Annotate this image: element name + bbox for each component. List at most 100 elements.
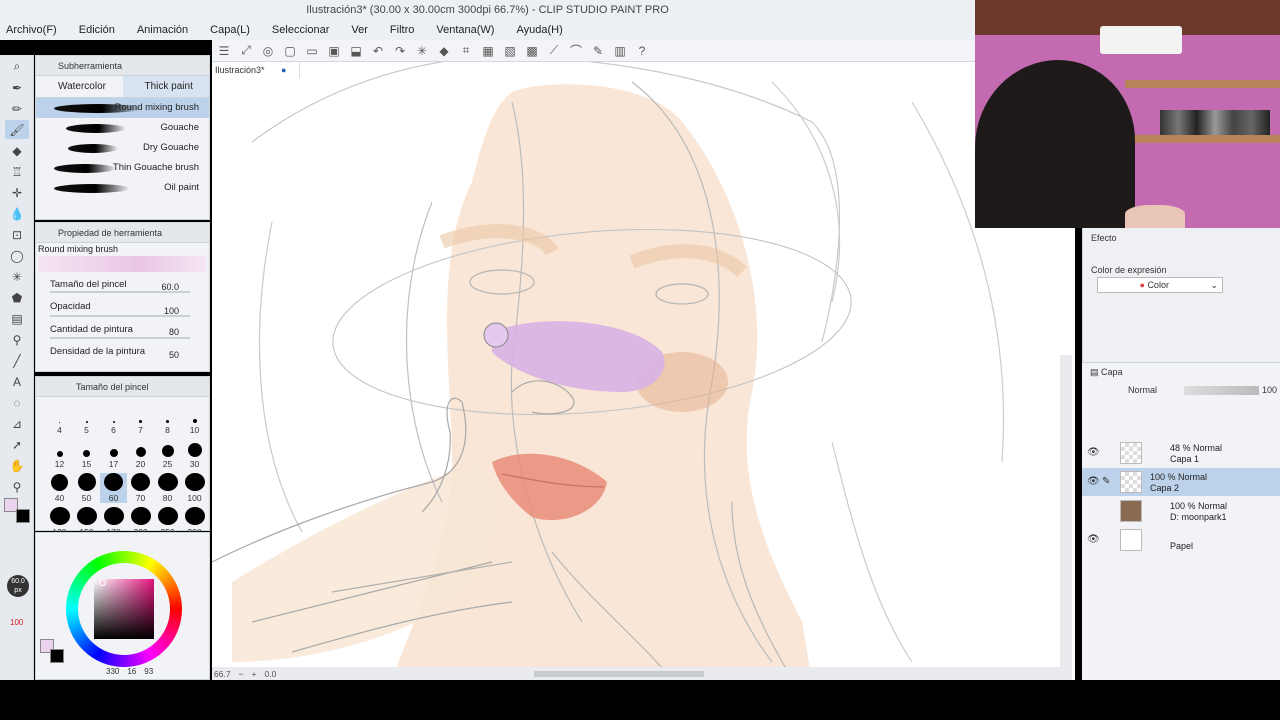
- eye-icon[interactable]: 👁: [1087, 476, 1100, 487]
- operation-tool-icon[interactable]: ➚: [5, 435, 29, 454]
- size-option[interactable]: 7: [127, 405, 154, 435]
- pen-settings-icon[interactable]: ✎: [590, 43, 606, 59]
- rotation-value[interactable]: 0.0: [264, 669, 276, 679]
- zoom-in-icon[interactable]: +: [252, 669, 257, 679]
- menu-archivo[interactable]: Archivo(F): [6, 24, 57, 36]
- zoom-value[interactable]: 66.7: [214, 669, 231, 679]
- menu-edicion[interactable]: Edición: [79, 24, 115, 36]
- selection-grid-icon[interactable]: ▦: [480, 43, 496, 59]
- swirl-icon[interactable]: ◎: [260, 43, 276, 59]
- menu-filtro[interactable]: Filtro: [390, 24, 414, 36]
- help-icon[interactable]: ?: [634, 43, 650, 59]
- size-option[interactable]: 25: [154, 439, 181, 469]
- eye-icon[interactable]: 👁: [1087, 447, 1100, 458]
- drawing-canvas[interactable]: [212, 62, 1075, 680]
- transform-icon[interactable]: ⤢: [238, 43, 254, 59]
- blend-tool-icon[interactable]: 💧: [5, 204, 29, 223]
- menu-ventana[interactable]: Ventana(W): [436, 24, 494, 36]
- size-option[interactable]: 8: [154, 405, 181, 435]
- transform-tool-icon[interactable]: ⊡: [5, 225, 29, 244]
- redo-icon[interactable]: ↷: [392, 43, 408, 59]
- saturation-value-square[interactable]: [94, 579, 154, 639]
- horizontal-scrollbar[interactable]: [534, 670, 705, 677]
- curve-snap-icon[interactable]: ⌒: [568, 43, 584, 59]
- eye-icon[interactable]: 👁: [1087, 534, 1100, 545]
- size-option[interactable]: 17: [100, 439, 127, 469]
- prop-slider-paint-amount[interactable]: [50, 337, 190, 339]
- zoom-tool-icon[interactable]: ⌕: [5, 57, 29, 76]
- size-option[interactable]: 5: [73, 405, 100, 435]
- menu-seleccionar[interactable]: Seleccionar: [272, 24, 329, 36]
- open-folder-icon[interactable]: ▭: [304, 43, 320, 59]
- size-option[interactable]: 20: [127, 439, 154, 469]
- layer-row[interactable]: 👁 Papel: [1082, 526, 1280, 554]
- balloon-tool-icon[interactable]: ◌: [5, 393, 29, 412]
- sub-color-preview[interactable]: [50, 649, 64, 663]
- layer-row-selected[interactable]: 👁 ✎ 100 % Normal Capa 2: [1082, 468, 1280, 496]
- expression-color-select[interactable]: ● Color ⌄: [1097, 277, 1223, 293]
- eyedropper-tool-icon[interactable]: ⚲: [5, 330, 29, 349]
- size-option[interactable]: 80: [154, 473, 181, 503]
- opacity-slider[interactable]: [1184, 386, 1259, 395]
- layer-opacity-value[interactable]: 100: [1262, 385, 1277, 395]
- brush-oil-paint[interactable]: Oil paint: [36, 178, 209, 198]
- size-option[interactable]: 50: [73, 473, 100, 503]
- layer-row[interactable]: 👁 48 % Normal Capa 1: [1082, 439, 1280, 467]
- menu-ayuda[interactable]: Ayuda(H): [516, 24, 562, 36]
- color-cursor[interactable]: [99, 579, 106, 586]
- brush-tool-icon[interactable]: 🖌: [5, 120, 29, 139]
- zoom-out-icon[interactable]: −: [239, 669, 244, 679]
- prop-value-paint-amount[interactable]: 80: [169, 327, 179, 337]
- color-picker-tool-icon[interactable]: ⚲: [5, 477, 29, 496]
- menu-capa[interactable]: Capa(L): [210, 24, 250, 36]
- fill-tool-icon[interactable]: ⬟: [5, 288, 29, 307]
- eraser-tool-icon[interactable]: ◆: [5, 141, 29, 160]
- brush-gouache[interactable]: Gouache: [36, 118, 209, 138]
- size-option[interactable]: 15: [73, 439, 100, 469]
- export-icon[interactable]: ⬓: [348, 43, 364, 59]
- brush-thin-gouache[interactable]: Thin Gouache brush: [36, 158, 209, 178]
- size-option[interactable]: 40: [46, 473, 73, 503]
- brush-dry-gouache[interactable]: Dry Gouache: [36, 138, 209, 158]
- fill-icon[interactable]: ◆: [436, 43, 452, 59]
- size-option[interactable]: 10: [181, 405, 208, 435]
- pencil-tool-icon[interactable]: ✏: [5, 99, 29, 118]
- new-file-icon[interactable]: ▢: [282, 43, 298, 59]
- save-icon[interactable]: ▣: [326, 43, 342, 59]
- size-option[interactable]: 4: [46, 405, 73, 435]
- tab-thick-paint[interactable]: Thick paint: [122, 76, 209, 97]
- hand-tool-icon[interactable]: ✋: [5, 456, 29, 475]
- prop-value-paint-density[interactable]: 50: [169, 350, 179, 360]
- tab-watercolor[interactable]: Watercolor: [36, 76, 123, 97]
- pen-tool-icon[interactable]: ✒: [5, 78, 29, 97]
- vertical-scrollbar[interactable]: [1060, 355, 1072, 680]
- size-option[interactable]: 70: [127, 473, 154, 503]
- close-tab-icon[interactable]: ●: [281, 65, 286, 75]
- ruler-snap-icon[interactable]: ⟋: [546, 43, 562, 59]
- prop-slider-opacity[interactable]: [50, 315, 190, 317]
- menu-ver[interactable]: Ver: [351, 24, 368, 36]
- size-option[interactable]: 6: [100, 405, 127, 435]
- device-icon[interactable]: ▥: [612, 43, 628, 59]
- invert-selection-icon[interactable]: ▩: [524, 43, 540, 59]
- undo-icon[interactable]: ↶: [370, 43, 386, 59]
- size-option[interactable]: 12: [46, 439, 73, 469]
- blend-mode-select[interactable]: Normal: [1128, 385, 1178, 395]
- text-tool-icon[interactable]: A: [5, 372, 29, 391]
- layer-tab[interactable]: ▤ Capa: [1090, 367, 1123, 378]
- loading-icon[interactable]: ✳: [414, 43, 430, 59]
- crop-icon[interactable]: ⌗: [458, 43, 474, 59]
- airbrush-tool-icon[interactable]: ♖: [5, 162, 29, 181]
- lasso-tool-icon[interactable]: ◯: [5, 246, 29, 265]
- move-tool-icon[interactable]: ✛: [5, 183, 29, 202]
- layer-row[interactable]: 100 % Normal D: moonpark1: [1082, 497, 1280, 525]
- menu-icon[interactable]: ☰: [216, 43, 232, 59]
- menu-animacion[interactable]: Animación: [137, 24, 188, 36]
- gradient-tool-icon[interactable]: ▤: [5, 309, 29, 328]
- sub-color-swatch[interactable]: [16, 509, 30, 523]
- document-tab[interactable]: Ilustración3* ●: [212, 62, 300, 78]
- ruler-tool-icon[interactable]: ⊿: [5, 414, 29, 433]
- brush-round-mixing[interactable]: Round mixing brush: [36, 98, 209, 118]
- size-option[interactable]: 100: [181, 473, 208, 503]
- line-tool-icon[interactable]: ╱: [5, 351, 29, 370]
